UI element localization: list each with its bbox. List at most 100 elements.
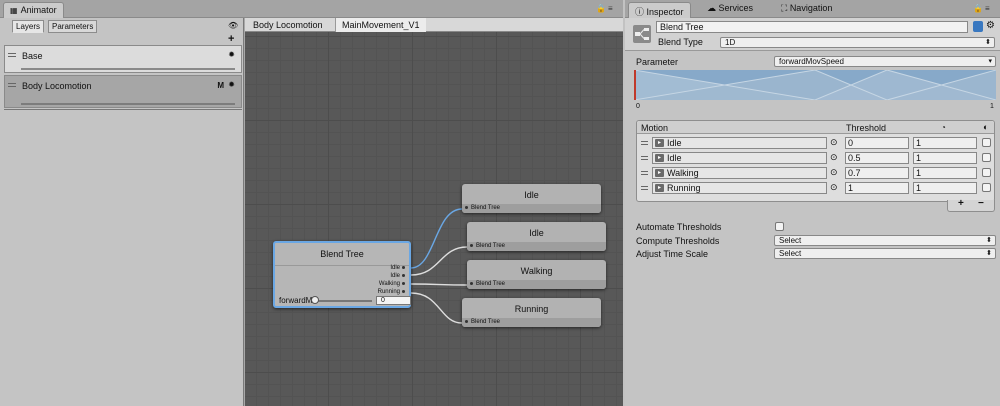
gear-icon[interactable]: ✹ bbox=[228, 50, 235, 59]
parameter-dropdown[interactable]: forwardMovSpeed ▾ bbox=[774, 56, 996, 67]
tab-inspector[interactable]: ⓘ Inspector bbox=[628, 2, 691, 18]
node-subtitle: Blend Tree bbox=[462, 318, 601, 327]
inspector-header: Blend Tree ⚙ Blend Type 1D ⬍ bbox=[625, 18, 1000, 51]
name-field[interactable]: Blend Tree bbox=[656, 21, 968, 33]
motion-table: Motion Threshold ◔ ◐ ▸ Idle ⊙ 0 1 ▸ Idle ⊙… bbox=[636, 120, 995, 202]
time-scale-icon: ◔ bbox=[941, 123, 946, 132]
tab-navigation[interactable]: ⛶ Navigation bbox=[781, 3, 832, 14]
gear-icon[interactable]: ⚙ bbox=[986, 20, 995, 31]
threshold-field[interactable]: 0.7 bbox=[845, 167, 909, 179]
parameter-slider-knob[interactable] bbox=[311, 296, 319, 304]
threshold-field[interactable]: 0.5 bbox=[845, 152, 909, 164]
lock-icon[interactable]: 🔒 bbox=[596, 4, 608, 13]
layer-base[interactable]: Base ✹ bbox=[4, 45, 242, 73]
time-scale-field[interactable]: 1 bbox=[913, 182, 977, 194]
parameter-value-field[interactable]: 0 bbox=[376, 296, 411, 305]
output-port-running[interactable]: Running bbox=[378, 289, 405, 295]
blend-tree-node[interactable]: Blend Tree Idle Idle Walking Running for… bbox=[273, 241, 411, 308]
mirror-checkbox[interactable] bbox=[982, 138, 991, 147]
dropdown-arrow-icon: ⬍ bbox=[986, 250, 992, 257]
output-port-walking[interactable]: Walking bbox=[379, 281, 405, 287]
graph-axis-min: 0 bbox=[636, 103, 640, 110]
layer-weight-bar bbox=[21, 68, 235, 70]
eye-icon[interactable]: 👁 bbox=[228, 21, 238, 30]
layers-panel: Layers Parameters 👁 + Base ✹ Body Locomo… bbox=[0, 18, 244, 406]
compute-thresholds-label: Compute Thresholds bbox=[636, 236, 720, 246]
remove-motion-button[interactable]: − bbox=[978, 198, 984, 209]
blend-weights-graph[interactable] bbox=[634, 70, 996, 100]
mirror-checkbox[interactable] bbox=[982, 153, 991, 162]
motion-field[interactable]: ▸ Idle bbox=[652, 137, 827, 149]
compute-thresholds-dropdown[interactable]: Select ⬍ bbox=[774, 235, 996, 246]
animator-tab[interactable]: ▦ Animator bbox=[3, 2, 64, 18]
window-controls[interactable]: 🔒≡ bbox=[596, 4, 615, 13]
drag-handle-icon[interactable] bbox=[8, 83, 16, 87]
column-threshold: Threshold bbox=[846, 123, 887, 133]
motion-field[interactable]: ▸ Idle bbox=[652, 152, 827, 164]
threshold-field[interactable]: 0 bbox=[845, 137, 909, 149]
time-scale-field[interactable]: 1 bbox=[913, 167, 977, 179]
blend-type-label: Blend Type bbox=[658, 37, 703, 47]
wire-idle-2 bbox=[410, 246, 468, 276]
animation-clip-icon: ▸ bbox=[655, 169, 664, 177]
info-icon: ⓘ bbox=[635, 7, 647, 17]
drag-handle-icon[interactable] bbox=[641, 156, 648, 160]
add-motion-button[interactable]: + bbox=[958, 198, 964, 209]
time-scale-field[interactable]: 1 bbox=[913, 137, 977, 149]
inspector-window: ⓘ Inspector ☁ Services ⛶ Navigation 🔒≡ B… bbox=[625, 0, 1000, 406]
inspector-tabbar: ⓘ Inspector ☁ Services ⛶ Navigation 🔒≡ bbox=[625, 0, 1000, 18]
breadcrumb-item-layer[interactable]: Body Locomotion bbox=[247, 18, 329, 32]
dropdown-arrow-icon: ⬍ bbox=[985, 39, 991, 46]
tab-layers[interactable]: Layers bbox=[12, 20, 45, 33]
time-scale-field[interactable]: 1 bbox=[913, 152, 977, 164]
blend-type-dropdown[interactable]: 1D ⬍ bbox=[720, 37, 995, 48]
output-port-idle-2[interactable]: Idle bbox=[390, 273, 405, 279]
child-node-idle-2[interactable]: Idle Blend Tree bbox=[467, 222, 606, 251]
help-book-icon[interactable] bbox=[973, 21, 983, 32]
drag-handle-icon[interactable] bbox=[641, 186, 648, 190]
animator-graph-canvas[interactable]: Blend Tree Idle Idle Walking Running for… bbox=[245, 32, 623, 406]
layer-name: Base bbox=[22, 51, 43, 61]
dropdown-arrow-icon: ▾ bbox=[988, 58, 992, 65]
child-node-running[interactable]: Running Blend Tree bbox=[462, 298, 601, 327]
animation-clip-icon: ▸ bbox=[655, 154, 664, 162]
threshold-field[interactable]: 1 bbox=[845, 182, 909, 194]
object-picker-icon[interactable]: ⊙ bbox=[830, 137, 838, 148]
node-title: Running bbox=[514, 304, 549, 314]
output-port-idle-1[interactable]: Idle bbox=[390, 265, 405, 271]
motion-field[interactable]: ▸ Walking bbox=[652, 167, 827, 179]
adjust-time-scale-dropdown[interactable]: Select ⬍ bbox=[774, 248, 996, 259]
mirror-checkbox[interactable] bbox=[982, 183, 991, 192]
parameter-label: Parameter bbox=[636, 57, 679, 67]
drag-handle-icon[interactable] bbox=[641, 171, 648, 175]
inspector-window-controls[interactable]: 🔒≡ bbox=[973, 4, 992, 13]
tab-parameters[interactable]: Parameters bbox=[48, 20, 98, 33]
gear-icon[interactable]: ✹ bbox=[228, 80, 235, 89]
blend-cursor bbox=[634, 70, 636, 100]
mirror-checkbox[interactable] bbox=[982, 168, 991, 177]
drag-handle-icon[interactable] bbox=[8, 53, 16, 57]
motion-table-footer: + − bbox=[947, 198, 995, 212]
lock-icon[interactable]: 🔒 bbox=[973, 4, 985, 13]
object-picker-icon[interactable]: ⊙ bbox=[830, 152, 838, 163]
child-node-walking[interactable]: Walking Blend Tree bbox=[467, 260, 606, 289]
parameter-slider-track[interactable] bbox=[314, 300, 372, 302]
drag-handle-icon[interactable] bbox=[641, 141, 648, 145]
motion-field[interactable]: ▸ Running bbox=[652, 182, 827, 194]
menu-icon[interactable]: ≡ bbox=[608, 4, 615, 13]
object-picker-icon[interactable]: ⊙ bbox=[830, 167, 838, 178]
column-motion: Motion bbox=[641, 123, 669, 133]
add-layer-button[interactable]: + bbox=[228, 33, 234, 45]
child-node-idle-1[interactable]: Idle Blend Tree bbox=[462, 184, 601, 213]
node-title: Walking bbox=[520, 266, 553, 276]
menu-icon[interactable]: ≡ bbox=[985, 4, 992, 13]
breadcrumb-item-state[interactable]: MainMovement_V1 bbox=[335, 18, 426, 32]
layer-body-locomotion[interactable]: Body Locomotion M ✹ bbox=[4, 75, 242, 108]
tab-services[interactable]: ☁ Services bbox=[707, 3, 753, 14]
breadcrumb: Body Locomotion MainMovement_V1 bbox=[245, 18, 623, 32]
object-picker-icon[interactable]: ⊙ bbox=[830, 182, 838, 193]
automate-thresholds-checkbox[interactable] bbox=[775, 222, 784, 231]
animation-clip-icon: ▸ bbox=[655, 139, 664, 147]
cloud-icon: ☁ bbox=[707, 3, 719, 13]
layer-weight-bar bbox=[21, 103, 235, 105]
